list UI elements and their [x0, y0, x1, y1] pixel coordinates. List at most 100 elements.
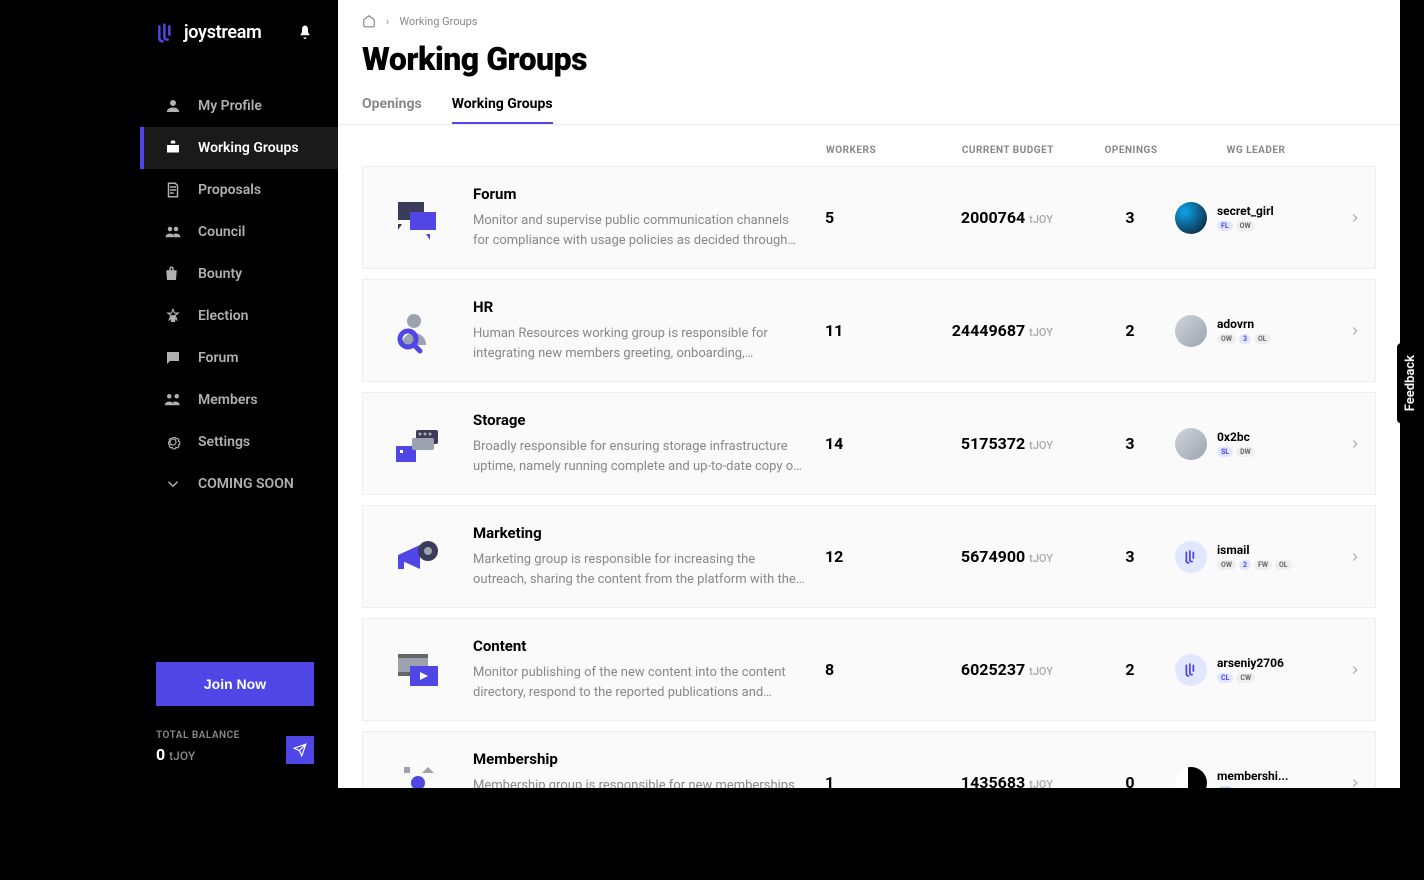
sidebar-item-coming-soon[interactable]: COMING SOON [140, 463, 338, 505]
group-workers: 14 [825, 434, 925, 453]
group-leader: 0x2bc SLDW [1175, 428, 1335, 460]
group-icon [389, 646, 447, 694]
chat-icon [164, 349, 182, 367]
group-icon [389, 533, 447, 581]
group-workers: 5 [825, 208, 925, 227]
group-row-forum[interactable]: Forum Monitor and supervise public commu… [362, 166, 1376, 269]
group-budget: 5674900 tJOY [925, 547, 1085, 566]
leader-name: ismail [1217, 543, 1292, 557]
bell-icon[interactable] [296, 24, 314, 42]
table-header: WORKERS CURRENT BUDGET OPENINGS WG LEADE… [338, 125, 1400, 166]
nav-label: Members [198, 392, 258, 408]
group-row-storage[interactable]: Storage Broadly responsible for ensuring… [362, 392, 1376, 495]
sidebar: joystream My Profile Working Groups Propos… [0, 0, 338, 788]
group-name: Marketing [473, 524, 805, 542]
logo-icon [156, 23, 176, 43]
nav-label: Council [198, 224, 245, 240]
group-leader: adovrn OW3OL [1175, 315, 1335, 347]
group-openings: 2 [1085, 660, 1175, 679]
badges: FLOW [1217, 221, 1274, 231]
sidebar-header: joystream [0, 0, 338, 65]
nav-label: Settings [198, 434, 250, 450]
group-icon: ? [389, 759, 447, 789]
bag-icon [164, 265, 182, 283]
chevron-right-icon [1335, 211, 1375, 225]
group-budget: 2000764 tJOY [925, 208, 1085, 227]
group-row-marketing[interactable]: Marketing Marketing group is responsible… [362, 505, 1376, 608]
badges: OW2FWOL [1217, 560, 1292, 570]
chevron-right-icon [1335, 663, 1375, 677]
home-icon[interactable] [362, 14, 376, 28]
group-name: Storage [473, 411, 805, 429]
group-name: Forum [473, 185, 805, 203]
group-desc: Monitor and supervise public communicati… [473, 211, 805, 250]
sidebar-item-proposals[interactable]: Proposals [140, 169, 338, 211]
send-icon [293, 743, 307, 757]
tab-working-groups[interactable]: Working Groups [452, 96, 553, 124]
logo[interactable]: joystream [156, 22, 262, 43]
leader-name: membershi... [1217, 769, 1288, 783]
group-openings: 3 [1085, 208, 1175, 227]
group-budget: 24449687 tJOY [925, 321, 1085, 340]
sidebar-item-council[interactable]: Council [140, 211, 338, 253]
group-leader: arseniy2706 CLCW [1175, 654, 1335, 686]
breadcrumb-current[interactable]: Working Groups [399, 15, 477, 28]
group-row-hr[interactable]: HR Human Resources working group is resp… [362, 279, 1376, 382]
group-openings: 0 [1085, 773, 1175, 788]
group-desc: Marketing group is responsible for incre… [473, 550, 805, 589]
main: › Working Groups Working Groups Openings… [338, 0, 1400, 788]
badges: CLCW [1217, 673, 1284, 683]
sidebar-item-working-groups[interactable]: Working Groups [140, 127, 338, 169]
tabs: Openings Working Groups [338, 78, 1400, 125]
avatar [1175, 202, 1207, 234]
breadcrumb-sep: › [386, 15, 389, 28]
avatar [1175, 654, 1207, 686]
group-desc: Monitor publishing of the new content in… [473, 663, 805, 702]
group-desc: Membership group is responsible for new … [473, 776, 805, 788]
sidebar-footer: Join Now TOTAL BALANCE 0 tJOY [0, 662, 338, 788]
feedback-tab[interactable]: Feedback [1397, 343, 1424, 423]
avatar [1175, 428, 1207, 460]
group-name: HR [473, 298, 805, 316]
group-workers: 11 [825, 321, 925, 340]
group-row-content[interactable]: Content Monitor publishing of the new co… [362, 618, 1376, 721]
sidebar-item-my-profile[interactable]: My Profile [140, 85, 338, 127]
nav-label: Forum [198, 350, 239, 366]
nav: My Profile Working Groups Proposals Council… [0, 65, 338, 662]
send-button[interactable] [286, 736, 314, 764]
avatar [1175, 315, 1207, 347]
badges: OW3OL [1217, 334, 1271, 344]
group-row-membership[interactable]: ? Membership Membership group is respons… [362, 731, 1376, 788]
group-workers: 12 [825, 547, 925, 566]
col-leader: WG LEADER [1176, 145, 1336, 156]
leader-name: adovrn [1217, 317, 1271, 331]
group-icon [389, 307, 447, 355]
group-leader: ismail OW2FWOL [1175, 541, 1335, 573]
join-button[interactable]: Join Now [156, 662, 314, 706]
group-budget: 5175372 tJOY [925, 434, 1085, 453]
sidebar-item-election[interactable]: Election [140, 295, 338, 337]
avatar [1175, 541, 1207, 573]
col-workers: WORKERS [826, 145, 926, 156]
groups-list: Forum Monitor and supervise public commu… [338, 166, 1400, 788]
user-icon [164, 97, 182, 115]
group-icon [164, 391, 182, 409]
group-budget: 6025237 tJOY [925, 660, 1085, 679]
group-desc: Human Resources working group is respons… [473, 324, 805, 363]
badges: SLDW [1217, 447, 1255, 457]
nav-label: Proposals [198, 182, 261, 198]
group-workers: 1 [825, 773, 925, 788]
page-title: Working Groups [338, 28, 1400, 78]
sidebar-item-bounty[interactable]: Bounty [140, 253, 338, 295]
nav-label: Working Groups [198, 140, 299, 156]
sidebar-item-forum[interactable]: Forum [140, 337, 338, 379]
col-openings: OPENINGS [1086, 145, 1176, 156]
group-icon [389, 194, 447, 242]
sidebar-item-members[interactable]: Members [140, 379, 338, 421]
badges: ML [1217, 786, 1288, 788]
group-budget: 1435683 tJOY [925, 773, 1085, 788]
chevron-right-icon [1335, 437, 1375, 451]
tab-openings[interactable]: Openings [362, 96, 422, 124]
sidebar-item-settings[interactable]: Settings [140, 421, 338, 463]
group-name: Membership [473, 750, 805, 768]
